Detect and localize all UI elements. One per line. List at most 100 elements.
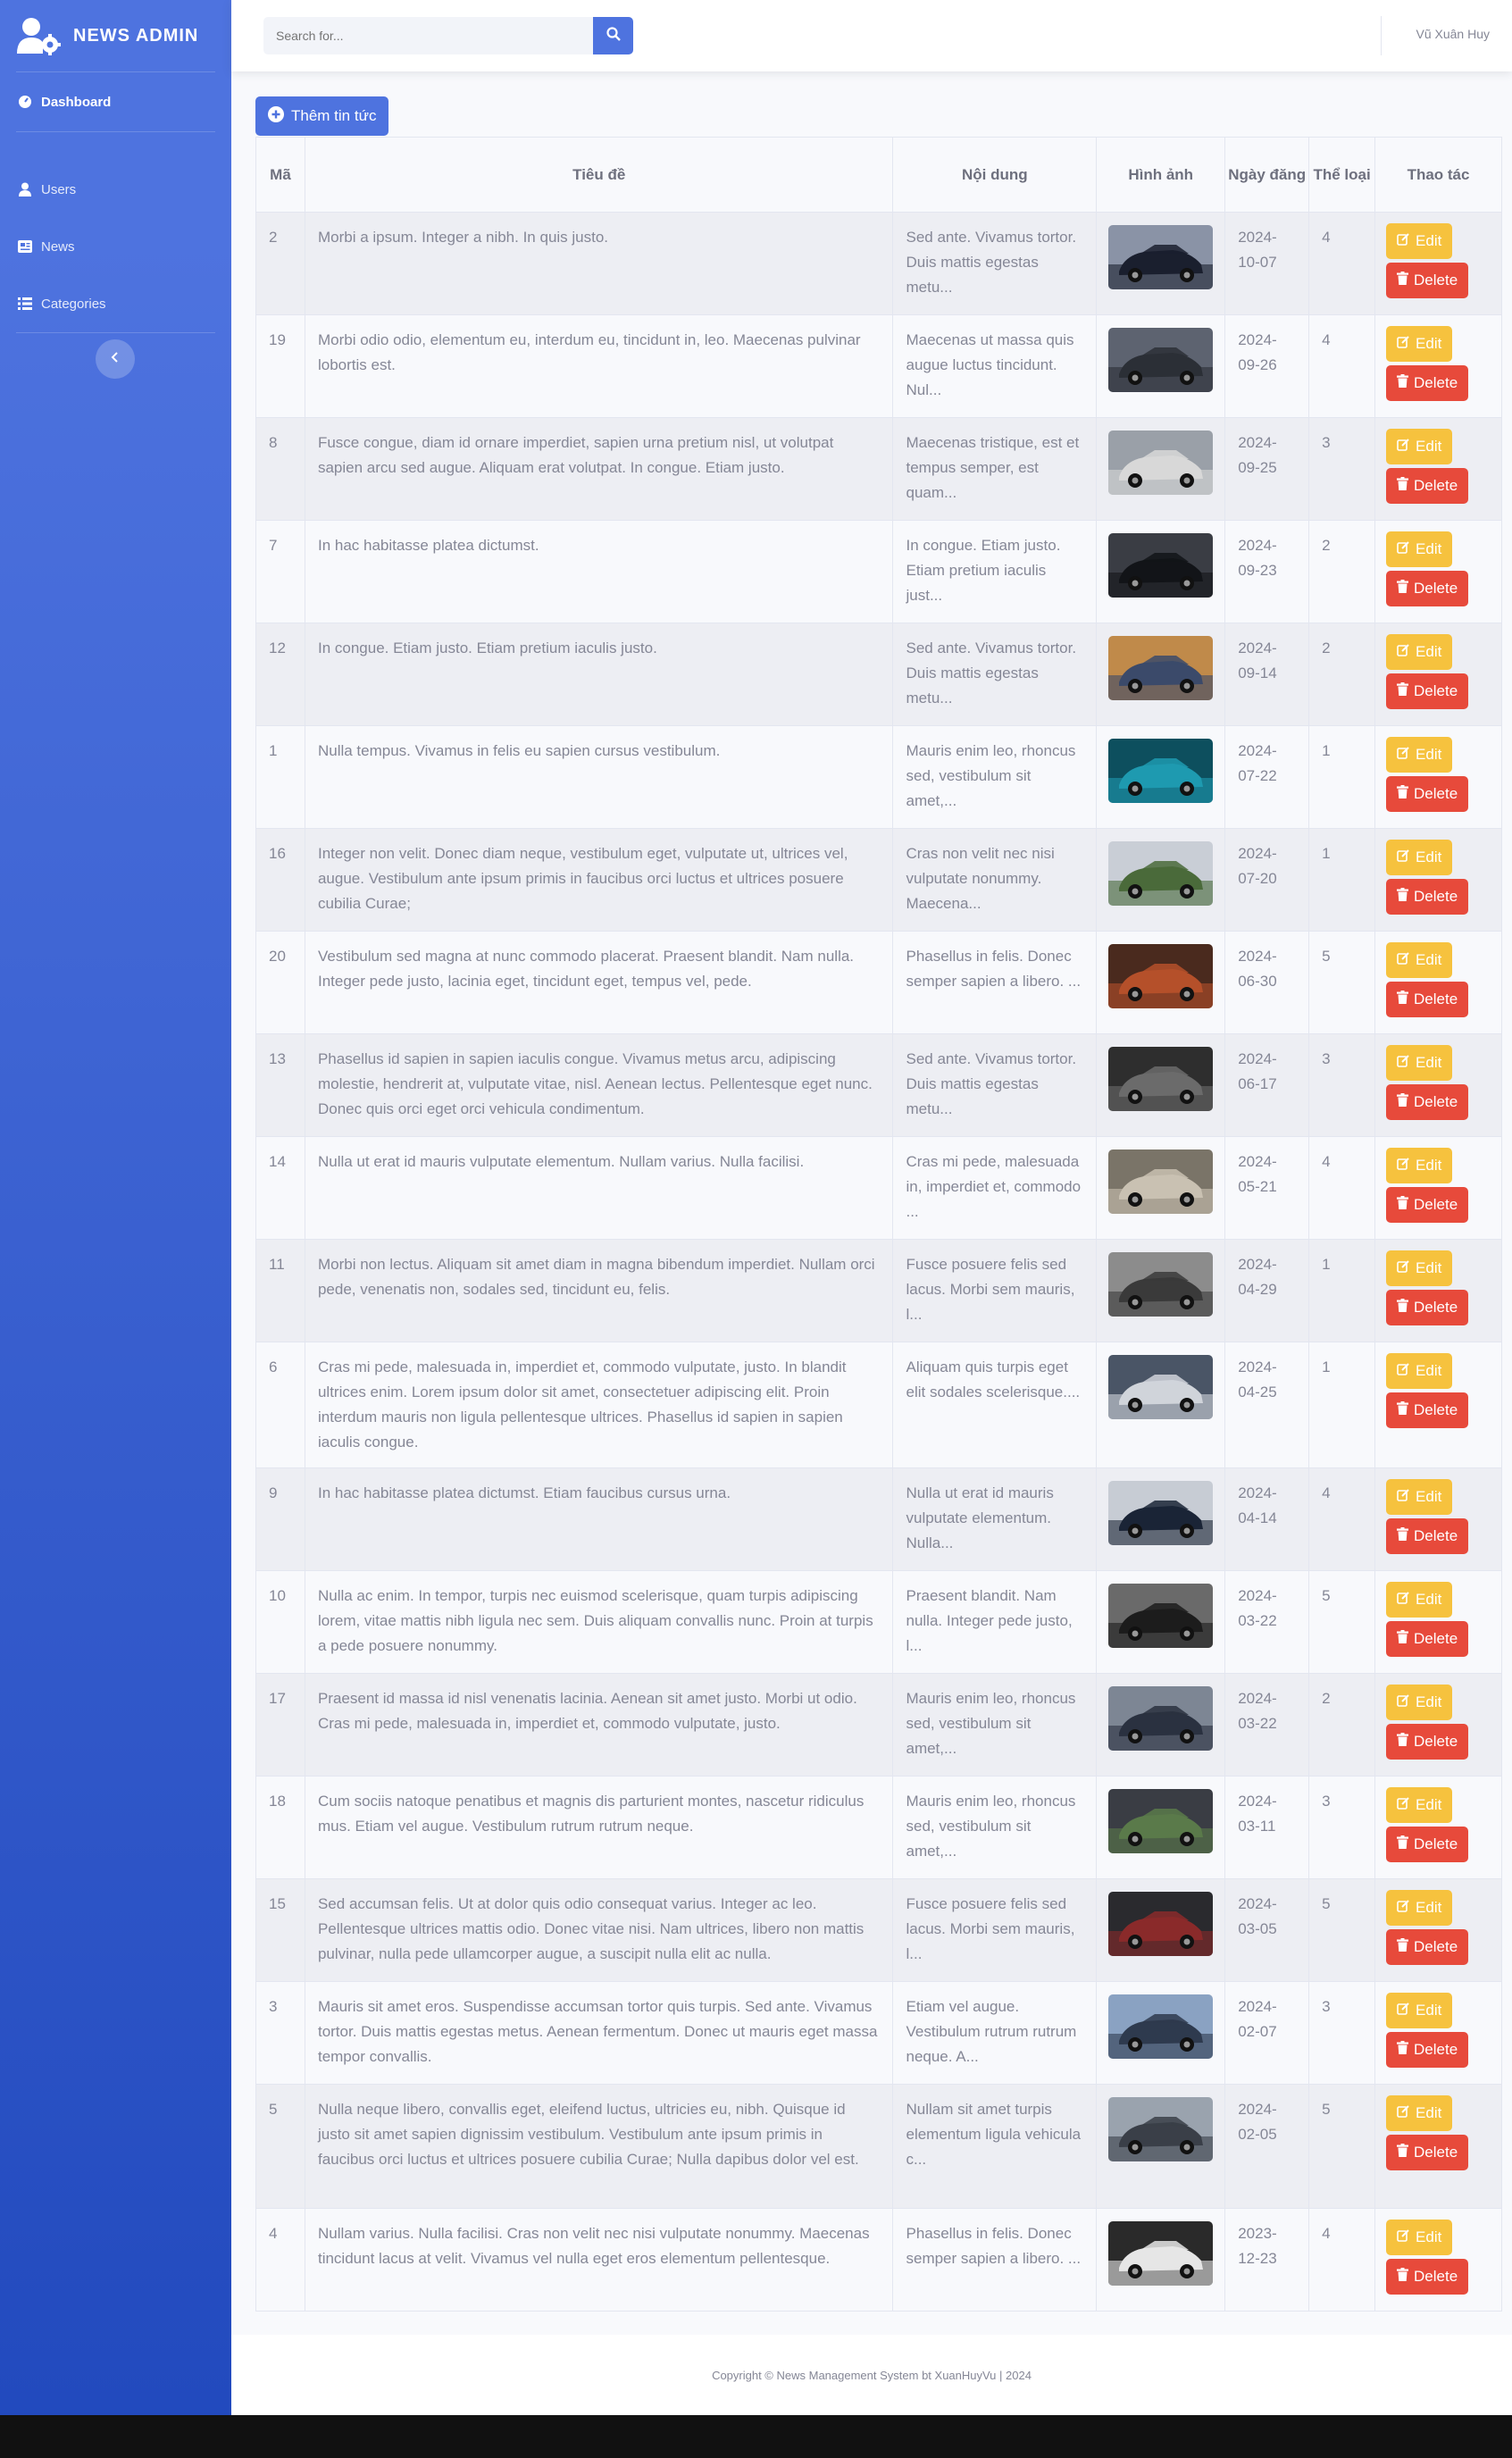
news-table: Mã Tiêu đề Nội dung Hình ảnh Ngày đăng T…	[255, 137, 1502, 2312]
trash-icon	[1397, 1295, 1409, 1320]
column-header-id[interactable]: Mã	[255, 137, 305, 213]
delete-button[interactable]: Delete	[1386, 1187, 1469, 1223]
cell-actions: Edit Delete	[1374, 1776, 1502, 1879]
news-thumbnail[interactable]	[1108, 1892, 1214, 1956]
delete-button[interactable]: Delete	[1386, 1518, 1469, 1554]
add-news-button[interactable]: Thêm tin tức	[255, 96, 389, 136]
column-header-image[interactable]: Hình ảnh	[1096, 137, 1226, 213]
delete-button[interactable]: Delete	[1386, 982, 1469, 1017]
delete-button[interactable]: Delete	[1386, 1621, 1469, 1657]
column-header-actions[interactable]: Thao tác	[1374, 137, 1502, 213]
sidebar-brand[interactable]: NEWS ADMIN	[0, 0, 231, 71]
edit-button[interactable]: Edit	[1386, 1479, 1453, 1515]
news-thumbnail[interactable]	[1108, 1047, 1214, 1111]
delete-button[interactable]: Delete	[1386, 2032, 1469, 2068]
column-header-date[interactable]: Ngày đăng	[1224, 137, 1310, 213]
cell-content: Nullam sit amet turpis elementum ligula …	[892, 2084, 1098, 2209]
delete-button[interactable]: Delete	[1386, 1392, 1469, 1428]
news-thumbnail[interactable]	[1108, 944, 1214, 1008]
news-thumbnail[interactable]	[1108, 1252, 1214, 1317]
edit-label: Edit	[1416, 643, 1442, 660]
news-thumbnail[interactable]	[1108, 533, 1214, 598]
news-thumbnail[interactable]	[1108, 1686, 1214, 1751]
trash-icon	[1397, 1832, 1409, 1857]
delete-button[interactable]: Delete	[1386, 2135, 1469, 2170]
sidebar-item-categories[interactable]: Categories	[0, 275, 231, 332]
table-row: 18 Cum sociis natoque penatibus et magnis…	[255, 1776, 1502, 1879]
column-header-title[interactable]: Tiêu đề	[304, 137, 894, 213]
delete-label: Delete	[1414, 477, 1458, 494]
edit-button[interactable]: Edit	[1386, 2220, 1453, 2255]
news-thumbnail[interactable]	[1108, 636, 1214, 700]
cell-image	[1096, 1033, 1226, 1137]
sidebar-item-news[interactable]: News	[0, 218, 231, 275]
edit-button[interactable]: Edit	[1386, 1148, 1453, 1183]
delete-button[interactable]: Delete	[1386, 1290, 1469, 1325]
news-thumbnail[interactable]	[1108, 1789, 1214, 1853]
edit-button[interactable]: Edit	[1386, 737, 1453, 773]
news-thumbnail[interactable]	[1108, 841, 1214, 906]
edit-button[interactable]: Edit	[1386, 531, 1453, 567]
chevron-left-icon	[110, 351, 121, 368]
trash-icon	[1397, 2037, 1409, 2062]
edit-button[interactable]: Edit	[1386, 326, 1453, 362]
cell-actions: Edit Delete	[1374, 417, 1502, 521]
delete-button[interactable]: Delete	[1386, 468, 1469, 504]
cell-date: 2023-12-23	[1224, 2208, 1310, 2312]
search-input[interactable]	[263, 17, 593, 54]
delete-button[interactable]: Delete	[1386, 1827, 1469, 1862]
news-thumbnail[interactable]	[1108, 431, 1214, 495]
news-thumbnail[interactable]	[1108, 1481, 1214, 1545]
edit-button[interactable]: Edit	[1386, 634, 1453, 670]
table-row: 19 Morbi odio odio, elementum eu, interdu…	[255, 314, 1502, 418]
cell-category: 3	[1308, 1776, 1376, 1879]
cell-id: 15	[255, 1878, 305, 1982]
sidebar-toggle-button[interactable]	[96, 339, 135, 379]
delete-button[interactable]: Delete	[1386, 263, 1469, 298]
edit-button[interactable]: Edit	[1386, 840, 1453, 875]
news-thumbnail[interactable]	[1108, 328, 1214, 392]
news-thumbnail[interactable]	[1108, 225, 1214, 289]
edit-button[interactable]: Edit	[1386, 1993, 1453, 2028]
delete-button[interactable]: Delete	[1386, 365, 1469, 401]
edit-button[interactable]: Edit	[1386, 223, 1453, 259]
dashboard-icon	[18, 95, 32, 109]
search-button[interactable]	[593, 17, 633, 54]
edit-button[interactable]: Edit	[1386, 1787, 1453, 1823]
delete-button[interactable]: Delete	[1386, 2259, 1469, 2295]
news-thumbnail[interactable]	[1108, 2221, 1214, 2286]
cell-image	[1096, 1570, 1226, 1674]
column-header-category[interactable]: Thể loại	[1308, 137, 1376, 213]
edit-button[interactable]: Edit	[1386, 2095, 1453, 2131]
edit-button[interactable]: Edit	[1386, 942, 1453, 978]
news-thumbnail[interactable]	[1108, 2097, 1214, 2161]
sidebar-item-users[interactable]: Users	[0, 161, 231, 218]
edit-button[interactable]: Edit	[1386, 1045, 1453, 1081]
user-name[interactable]: Vũ Xuân Huy	[1416, 27, 1491, 41]
delete-button[interactable]: Delete	[1386, 776, 1469, 812]
news-thumbnail[interactable]	[1108, 1355, 1214, 1419]
edit-button[interactable]: Edit	[1386, 1250, 1453, 1286]
delete-button[interactable]: Delete	[1386, 571, 1469, 606]
news-thumbnail[interactable]	[1108, 739, 1214, 803]
news-thumbnail[interactable]	[1108, 1584, 1214, 1648]
cell-actions: Edit Delete	[1374, 1570, 1502, 1674]
delete-button[interactable]: Delete	[1386, 1084, 1469, 1120]
delete-button[interactable]: Delete	[1386, 879, 1469, 915]
edit-button[interactable]: Edit	[1386, 1685, 1453, 1720]
column-header-content[interactable]: Nội dung	[892, 137, 1098, 213]
delete-button[interactable]: Delete	[1386, 1929, 1469, 1965]
delete-button[interactable]: Delete	[1386, 673, 1469, 709]
edit-label: Edit	[1416, 1488, 1442, 1505]
trash-icon	[1397, 1398, 1409, 1423]
delete-button[interactable]: Delete	[1386, 1724, 1469, 1760]
edit-button[interactable]: Edit	[1386, 429, 1453, 464]
news-thumbnail[interactable]	[1108, 1994, 1214, 2059]
edit-button[interactable]: Edit	[1386, 1890, 1453, 1926]
cell-title: Cras mi pede, malesuada in, imperdiet et…	[304, 1342, 894, 1468]
edit-button[interactable]: Edit	[1386, 1582, 1453, 1618]
sidebar-item-dashboard[interactable]: Dashboard	[0, 72, 231, 131]
edit-button[interactable]: Edit	[1386, 1353, 1453, 1389]
news-thumbnail[interactable]	[1108, 1150, 1214, 1214]
cell-date: 2024-09-26	[1224, 314, 1310, 418]
